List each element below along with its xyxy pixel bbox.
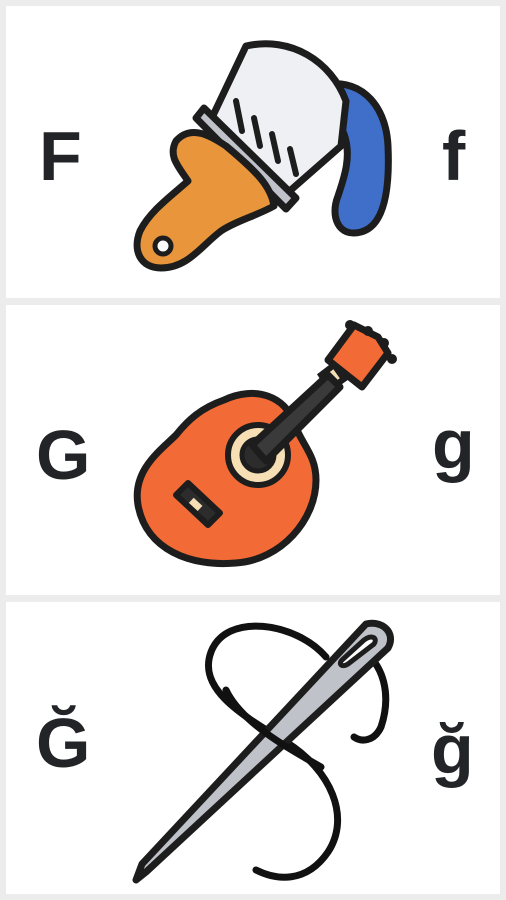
letter-card-g-breve[interactable]: Ğ ğ [6,602,500,894]
lowercase-letter: ğ [431,710,474,788]
lowercase-letter: g [432,405,475,483]
guitar-icon [116,305,416,597]
uppercase-letter: Ğ [36,704,91,782]
letter-card-g[interactable]: G g [6,305,500,595]
letter-card-f[interactable]: F f [6,6,500,298]
paintbrush-icon [116,6,416,298]
lowercase-letter: f [442,117,466,195]
letter-cards-screen: F f G g Ğ ğ [0,0,506,900]
uppercase-letter: G [36,416,91,494]
needle-thread-icon [116,602,416,894]
uppercase-letter: F [39,117,82,195]
